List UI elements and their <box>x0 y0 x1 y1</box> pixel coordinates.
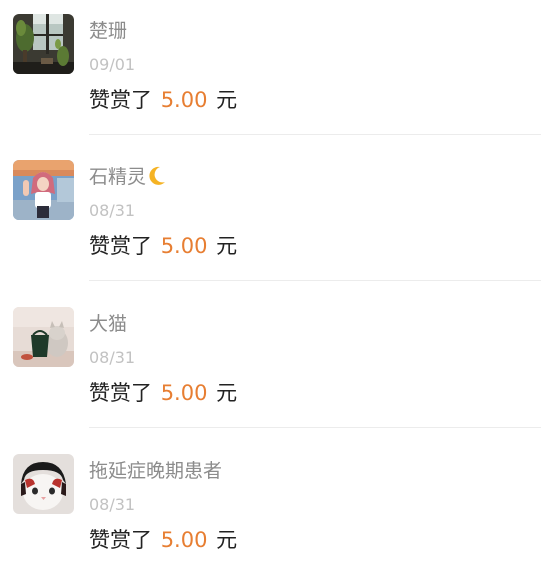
avatar-window-plants[interactable] <box>13 14 74 74</box>
avatar-image <box>13 160 74 220</box>
reward-prefix: 赞赏了 <box>89 234 152 258</box>
avatar-girl-selfie[interactable] <box>13 160 74 220</box>
reward-text: 赞赏了 5.00 元 <box>89 86 237 114</box>
reward-list-item[interactable]: 拖延症晚期患者 08/31 赞赏了 5.00 元 <box>0 440 541 587</box>
reward-amount: 5.00 <box>160 88 208 112</box>
reward-amount: 5.00 <box>160 234 208 258</box>
reward-prefix: 赞赏了 <box>89 528 152 552</box>
reward-currency: 元 <box>216 528 238 552</box>
divider <box>89 280 541 281</box>
reward-date: 08/31 <box>89 201 136 220</box>
user-name[interactable]: 大猫 <box>89 312 127 336</box>
avatar-cat-with-bag[interactable] <box>13 307 74 367</box>
reward-amount: 5.00 <box>160 381 208 405</box>
user-name-text: 拖延症晚期患者 <box>89 460 223 482</box>
reward-prefix: 赞赏了 <box>89 88 152 112</box>
reward-text: 赞赏了 5.00 元 <box>89 379 237 407</box>
reward-list-item[interactable]: 楚珊 09/01 赞赏了 5.00 元 <box>0 0 541 147</box>
reward-date: 08/31 <box>89 348 136 367</box>
divider <box>89 427 541 428</box>
reward-date: 08/31 <box>89 495 136 514</box>
reward-currency: 元 <box>216 234 238 258</box>
user-name[interactable]: 石精灵 <box>89 165 167 193</box>
user-name[interactable]: 楚珊 <box>89 19 127 43</box>
reward-currency: 元 <box>216 88 238 112</box>
reward-list-item[interactable]: 石精灵 08/31 赞赏了 5.00 元 <box>0 146 541 293</box>
user-name-text: 大猫 <box>89 313 128 335</box>
reward-list-item[interactable]: 大猫 08/31 赞赏了 5.00 元 <box>0 293 541 440</box>
avatar-image <box>13 14 74 74</box>
reward-prefix: 赞赏了 <box>89 381 152 405</box>
divider <box>89 134 541 135</box>
reward-text: 赞赏了 5.00 元 <box>89 526 237 554</box>
user-name-text: 石精灵 <box>89 166 147 188</box>
crescent-moon-icon <box>147 165 167 193</box>
reward-currency: 元 <box>216 381 238 405</box>
reward-text: 赞赏了 5.00 元 <box>89 232 237 260</box>
avatar-white-cat-wig[interactable] <box>13 454 74 514</box>
reward-amount: 5.00 <box>160 528 208 552</box>
reward-date: 09/01 <box>89 55 136 74</box>
user-name-text: 楚珊 <box>89 20 128 42</box>
user-name[interactable]: 拖延症晚期患者 <box>89 459 222 483</box>
avatar-image <box>13 454 74 514</box>
avatar-image <box>13 307 74 367</box>
